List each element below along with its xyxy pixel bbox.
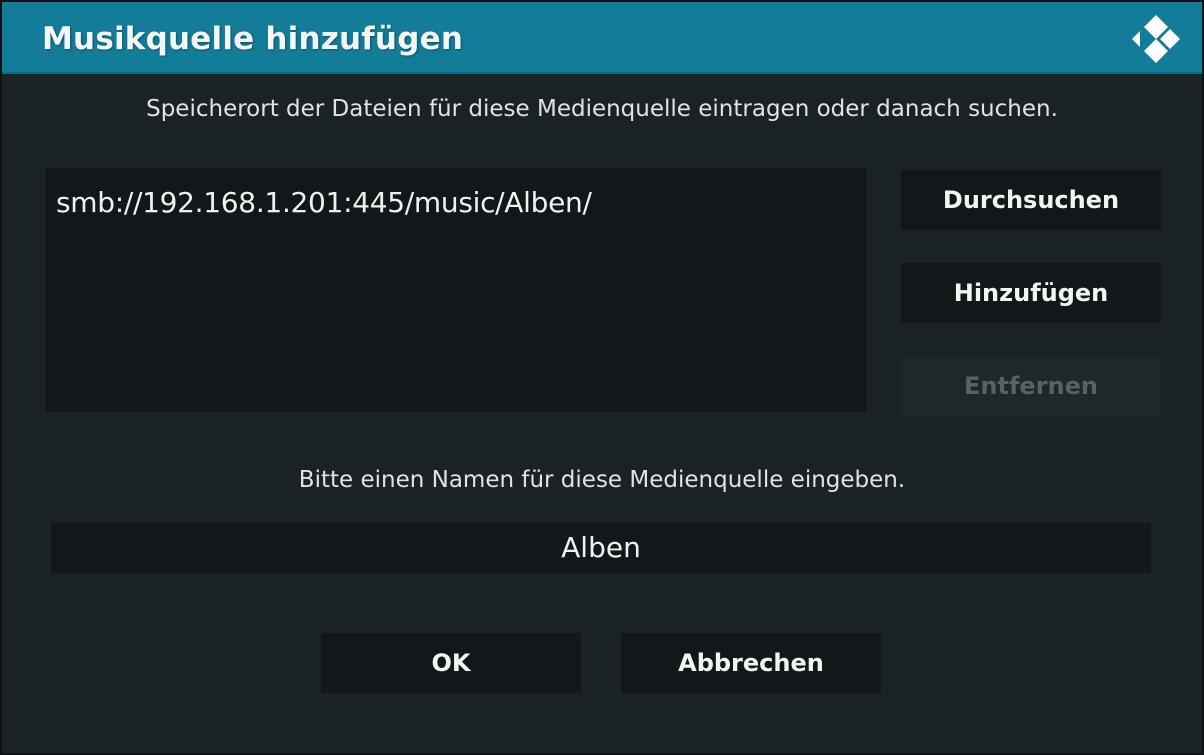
kodi-logo-icon — [1132, 15, 1180, 63]
source-name-input[interactable]: Alben — [51, 523, 1151, 573]
name-prompt: Bitte einen Namen für diese Medienquelle… — [298, 467, 906, 493]
location-prompt: Speicherort der Dateien für diese Medien… — [146, 96, 1058, 122]
add-music-source-dialog: Musikquelle hinzufügen Speicherort der D… — [0, 0, 1204, 755]
remove-button[interactable]: Entfernen — [901, 356, 1161, 416]
dialog-titlebar: Musikquelle hinzufügen — [2, 2, 1202, 74]
path-list[interactable]: smb://192.168.1.201:445/music/Alben/ — [46, 168, 866, 412]
ok-button[interactable]: OK — [321, 633, 581, 693]
dialog-title: Musikquelle hinzufügen — [42, 21, 464, 57]
browse-button[interactable]: Durchsuchen — [901, 170, 1161, 230]
path-list-item[interactable]: smb://192.168.1.201:445/music/Alben/ — [56, 186, 866, 219]
add-button[interactable]: Hinzufügen — [901, 263, 1161, 323]
cancel-button[interactable]: Abbrechen — [621, 633, 881, 693]
